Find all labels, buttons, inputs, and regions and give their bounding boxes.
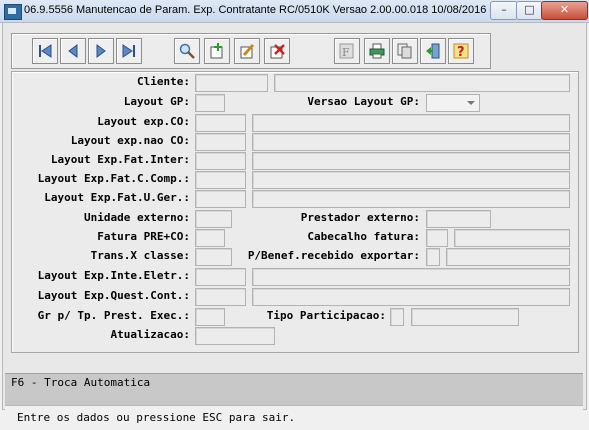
layout-exp-quest-cont-code-field[interactable] bbox=[195, 288, 246, 306]
search-icon bbox=[179, 43, 195, 59]
exit-icon bbox=[426, 43, 440, 59]
trans-x-classe-field[interactable] bbox=[195, 248, 232, 266]
cliente-code-field[interactable] bbox=[195, 74, 268, 92]
layout-exp-inte-eletr-desc-field[interactable] bbox=[252, 268, 570, 286]
delete-record-icon bbox=[270, 44, 285, 59]
fatura-pre-co-label: Fatura PRE+CO: bbox=[97, 230, 190, 243]
versao-layout-gp-label: Versao Layout GP: bbox=[307, 95, 420, 108]
chevron-down-icon bbox=[467, 101, 475, 105]
cliente-name-field[interactable] bbox=[274, 74, 570, 92]
search-button[interactable] bbox=[174, 38, 200, 64]
svg-text:F: F bbox=[342, 46, 350, 59]
next-record-icon bbox=[96, 44, 106, 58]
window-title: 06.9.5556 Manutencao de Param. Exp. Cont… bbox=[24, 4, 506, 16]
layout-exp-nao-co-code-field[interactable] bbox=[195, 133, 246, 151]
exit-button[interactable] bbox=[420, 38, 446, 64]
tipo-participacao-label: Tipo Participacao: bbox=[266, 309, 386, 322]
unidade-externo-label: Unidade externo: bbox=[84, 211, 190, 224]
tipo-participacao-desc-field[interactable] bbox=[411, 308, 519, 326]
layout-exp-fat-u-ger-desc-field[interactable] bbox=[252, 190, 570, 208]
tipo-participacao-code-field[interactable] bbox=[390, 308, 404, 326]
layout-exp-fat-u-ger-code-field[interactable] bbox=[195, 190, 246, 208]
minimize-button[interactable]: – bbox=[490, 1, 518, 20]
previous-record-icon bbox=[68, 44, 78, 58]
status-message: Entre os dados ou pressione ESC para sai… bbox=[17, 411, 296, 424]
layout-exp-nao-co-label: Layout exp.nao CO: bbox=[70, 134, 190, 147]
layout-exp-inte-eletr-code-field[interactable] bbox=[195, 268, 246, 286]
unidade-externo-field[interactable] bbox=[195, 210, 232, 228]
gr-p-tp-prest-exec-label: Gr p/ Tp. Prest. Exec.: bbox=[37, 309, 190, 322]
trans-x-classe-label: Trans.X classe: bbox=[90, 249, 190, 262]
print-button[interactable] bbox=[364, 38, 390, 64]
print-icon bbox=[369, 43, 385, 59]
prestador-externo-label: Prestador externo: bbox=[300, 211, 420, 224]
first-record-icon bbox=[39, 44, 52, 58]
layout-exp-fat-inter-code-field[interactable] bbox=[195, 152, 246, 170]
edit-record-button[interactable] bbox=[234, 38, 260, 64]
p-benef-recebido-exportar-label: P/Benef.recebido exportar: bbox=[247, 249, 420, 262]
add-record-button[interactable] bbox=[204, 38, 230, 64]
layout-exp-fat-u-ger-label: Layout Exp.Fat.U.Ger.: bbox=[44, 191, 190, 204]
function-key-bar: F6 - Troca Automatica bbox=[5, 373, 583, 405]
atualizacao-field[interactable] bbox=[195, 327, 275, 345]
toolbar: F ? bbox=[11, 33, 491, 69]
copy-icon bbox=[397, 43, 412, 59]
cabecalho-fatura-code-field[interactable] bbox=[426, 229, 448, 247]
gr-p-tp-prest-exec-field[interactable] bbox=[195, 308, 225, 326]
last-record-icon bbox=[122, 44, 135, 58]
edit-record-icon bbox=[240, 43, 255, 59]
f6-hint: F6 - Troca Automatica bbox=[11, 376, 151, 389]
fatura-pre-co-field[interactable] bbox=[195, 229, 225, 247]
copy-button[interactable] bbox=[392, 38, 418, 64]
p-benef-recebido-exportar-field[interactable] bbox=[426, 248, 440, 266]
parameters-form: Cliente: Layout GP: Versao Layout GP: La… bbox=[11, 71, 579, 353]
p-benef-recebido-exportar-desc-field[interactable] bbox=[446, 248, 570, 266]
versao-layout-gp-select[interactable] bbox=[426, 94, 480, 112]
delete-record-button[interactable] bbox=[264, 38, 290, 64]
filter-button[interactable]: F bbox=[334, 38, 360, 64]
layout-exp-quest-cont-label: Layout Exp.Quest.Cont.: bbox=[37, 289, 190, 302]
app-icon bbox=[4, 4, 22, 20]
layout-exp-inte-eletr-label: Layout Exp.Inte.Eletr.: bbox=[37, 269, 190, 282]
layout-exp-fat-inter-label: Layout Exp.Fat.Inter: bbox=[50, 153, 190, 166]
help-button[interactable]: ? bbox=[448, 38, 474, 64]
layout-exp-nao-co-desc-field[interactable] bbox=[252, 133, 570, 151]
layout-exp-co-code-field[interactable] bbox=[195, 114, 246, 132]
layout-exp-co-desc-field[interactable] bbox=[252, 114, 570, 132]
atualizacao-label: Atualizacao: bbox=[110, 328, 190, 341]
filter-icon: F bbox=[339, 43, 354, 59]
layout-gp-field[interactable] bbox=[195, 94, 225, 112]
cabecalho-fatura-desc-field[interactable] bbox=[454, 229, 570, 247]
previous-record-button[interactable] bbox=[60, 38, 86, 64]
layout-exp-fat-inter-desc-field[interactable] bbox=[252, 152, 570, 170]
next-record-button[interactable] bbox=[88, 38, 114, 64]
cliente-label: Cliente: bbox=[137, 75, 190, 88]
help-icon: ? bbox=[453, 43, 469, 60]
last-record-button[interactable] bbox=[116, 38, 142, 64]
prestador-externo-field[interactable] bbox=[426, 210, 491, 228]
layout-gp-label: Layout GP: bbox=[123, 95, 190, 108]
layout-exp-fat-c-comp-desc-field[interactable] bbox=[252, 171, 570, 189]
layout-exp-fat-c-comp-label: Layout Exp.Fat.C.Comp.: bbox=[37, 172, 190, 185]
first-record-button[interactable] bbox=[32, 38, 58, 64]
title-bar: 06.9.5556 Manutencao de Param. Exp. Cont… bbox=[0, 0, 589, 23]
add-record-icon bbox=[210, 43, 223, 59]
layout-exp-fat-c-comp-code-field[interactable] bbox=[195, 171, 246, 189]
main-frame: F ? Cliente: Layout GP: Versao Layout GP… bbox=[2, 22, 587, 430]
close-button[interactable]: ✕ bbox=[541, 1, 588, 20]
cabecalho-fatura-label: Cabecalho fatura: bbox=[307, 230, 420, 243]
status-bar: Entre os dados ou pressione ESC para sai… bbox=[5, 405, 583, 430]
layout-exp-quest-cont-desc-field[interactable] bbox=[252, 288, 570, 306]
layout-exp-co-label: Layout exp.CO: bbox=[97, 115, 190, 128]
maximize-button[interactable]: □ bbox=[516, 1, 543, 20]
svg-text:?: ? bbox=[457, 45, 465, 60]
